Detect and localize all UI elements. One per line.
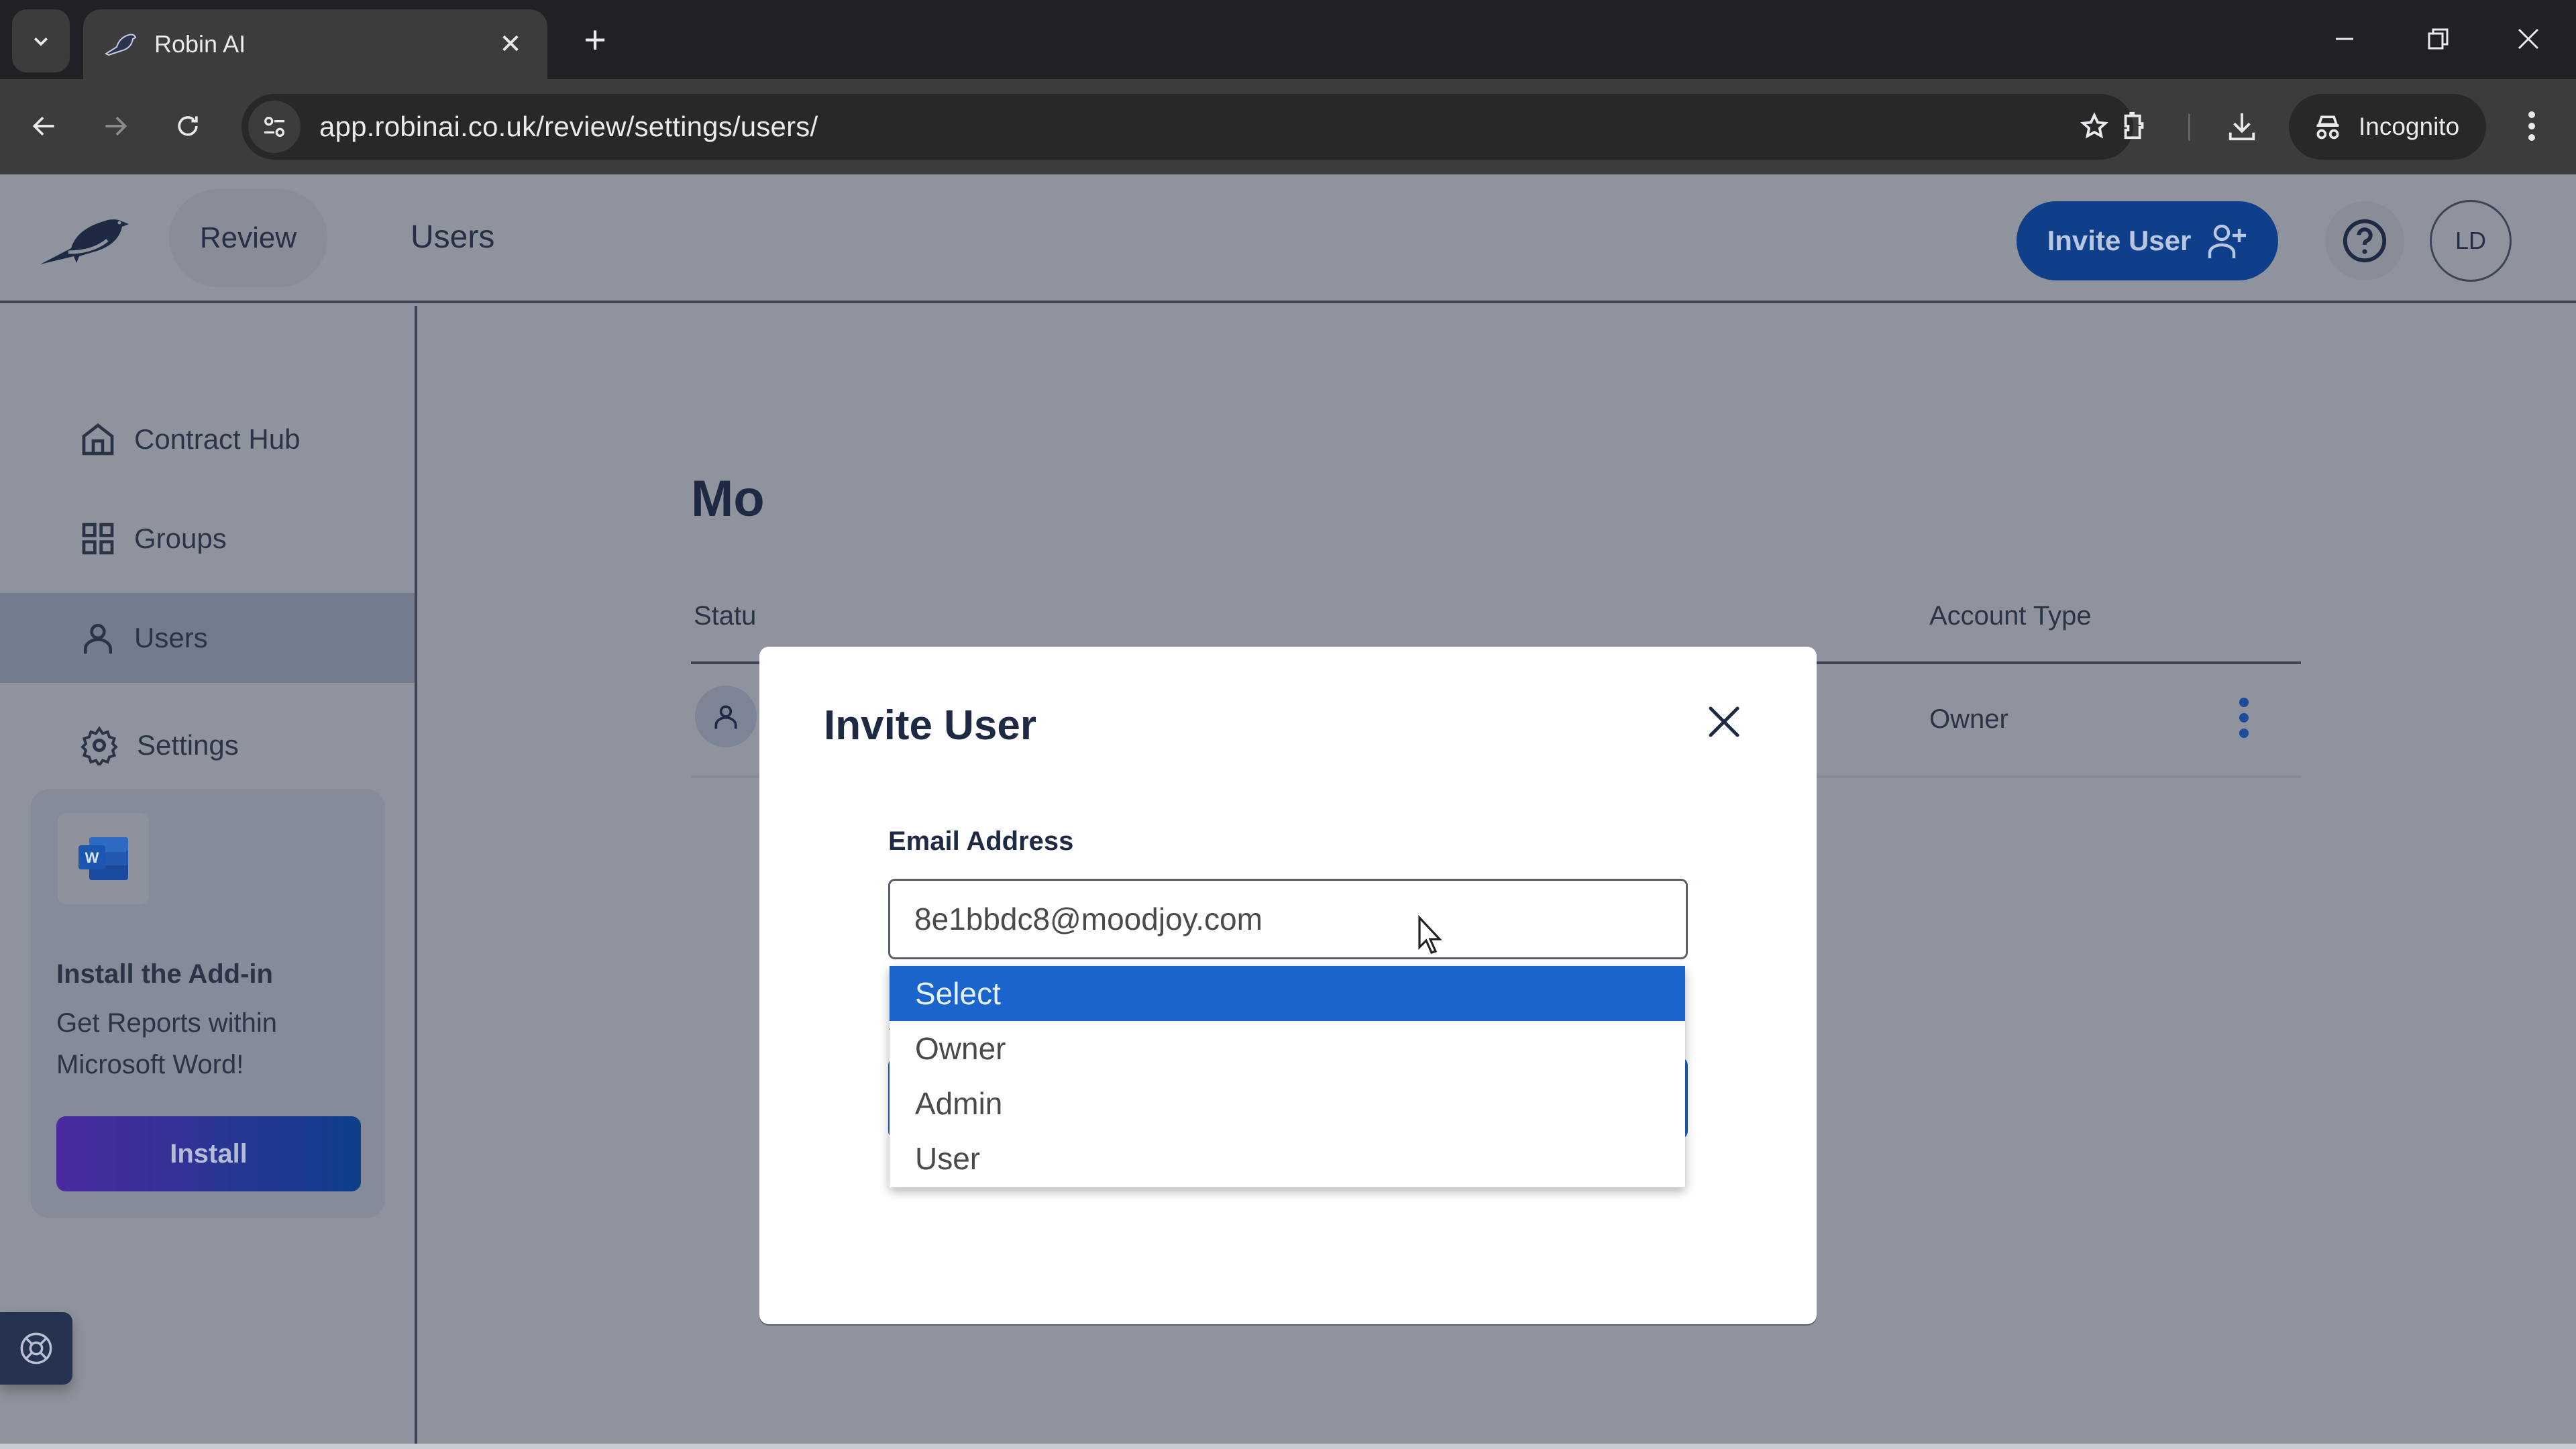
robin-bird-icon <box>104 34 137 56</box>
option-admin[interactable]: Admin <box>890 1076 1685 1131</box>
back-button[interactable] <box>17 99 71 153</box>
arrow-left-icon <box>32 116 54 136</box>
addin-description: Get Reports within Microsoft Word! <box>56 1008 278 1079</box>
browser-menu-button[interactable] <box>2505 99 2559 153</box>
close-icon <box>1709 706 1739 737</box>
table-row-avatar <box>695 686 757 747</box>
incognito-icon <box>2316 115 2339 140</box>
lifebuoy-icon <box>20 1332 52 1364</box>
install-addin-button[interactable]: Install <box>56 1116 361 1191</box>
sidebar-item-label: Contract Hub <box>134 423 301 455</box>
window-restore-button[interactable] <box>2402 12 2475 66</box>
svg-text:W: W <box>85 849 99 866</box>
addin-promo-card: W Install the Add-in Get Reports within … <box>31 789 385 1218</box>
app-root: Review Users Invite User LD Contract Hub… <box>0 174 2576 1449</box>
bottom-edge <box>0 1444 2576 1449</box>
tab-title: Robin AI <box>154 30 246 58</box>
forward-button[interactable] <box>89 99 142 153</box>
close-icon <box>2518 28 2539 50</box>
main-heading: Mo <box>691 470 765 527</box>
help-button[interactable] <box>2325 201 2404 280</box>
modal-title: Invite User <box>824 702 1037 749</box>
tab-search-button[interactable] <box>12 9 70 72</box>
home-icon <box>82 423 114 455</box>
kebab-dot <box>2239 713 2249 722</box>
tune-icon <box>264 117 284 137</box>
user-plus-icon <box>2208 224 2247 258</box>
reload-icon <box>178 116 198 136</box>
user-icon <box>84 624 112 654</box>
new-tab-button[interactable]: + <box>572 16 619 63</box>
sidebar: Contract Hub Groups Users Settings W Ins… <box>0 306 417 1449</box>
window-close-button[interactable] <box>2491 12 2565 66</box>
help-circle-icon <box>2343 219 2387 263</box>
option-owner[interactable]: Owner <box>890 1021 1685 1076</box>
download-icon <box>2229 113 2255 141</box>
word-logo-tile: W <box>58 813 149 904</box>
gear-icon <box>80 726 118 765</box>
kebab-dot <box>2239 729 2249 738</box>
incognito-label: Incognito <box>2359 113 2460 140</box>
grid-icon <box>82 523 114 555</box>
tab-close-icon[interactable]: ✕ <box>494 29 527 60</box>
support-button[interactable] <box>0 1312 72 1385</box>
email-label: Email Address <box>888 826 1074 856</box>
browser-tab[interactable]: Robin AI ✕ <box>83 9 547 79</box>
microsoft-word-icon: W <box>78 837 128 880</box>
mouse-cursor-icon <box>1418 915 1442 954</box>
email-input[interactable] <box>888 879 1688 959</box>
sidebar-item-users[interactable]: Users <box>0 593 415 683</box>
column-header-status: Statu <box>694 601 757 631</box>
page-title: Users <box>411 219 495 255</box>
sidebar-item-groups[interactable]: Groups <box>0 494 415 584</box>
sidebar-item-contract-hub[interactable]: Contract Hub <box>0 394 415 484</box>
invite-user-button[interactable]: Invite User <box>2017 201 2278 280</box>
invite-user-label: Invite User <box>2047 225 2192 256</box>
browser-toolbar: app.robinai.co.uk/review/settings/users/… <box>0 79 2576 174</box>
robin-logo-icon[interactable] <box>39 215 138 268</box>
site-info-button[interactable] <box>248 101 301 153</box>
incognito-indicator[interactable]: Incognito <box>2289 94 2486 160</box>
browser-tab-strip: Robin AI ✕ + <box>0 0 2576 79</box>
window-minimize-button[interactable] <box>2308 12 2381 66</box>
more-vertical-icon <box>2528 111 2535 141</box>
user-avatar[interactable]: LD <box>2430 200 2512 282</box>
review-nav-button[interactable]: Review <box>169 189 327 287</box>
sidebar-item-settings[interactable]: Settings <box>0 700 415 790</box>
arrow-right-icon <box>105 116 127 136</box>
restore-icon <box>2428 28 2449 50</box>
toolbar-separator <box>2188 114 2190 141</box>
chevron-down-icon <box>34 37 48 46</box>
puzzle-icon <box>2124 111 2144 140</box>
sidebar-item-label: Users <box>134 622 208 653</box>
column-header-account-type: Account Type <box>1929 601 2092 631</box>
modal-close-button[interactable] <box>1700 698 1748 746</box>
reload-button[interactable] <box>161 99 215 153</box>
option-select[interactable]: Select <box>890 966 1685 1021</box>
option-user[interactable]: User <box>890 1131 1685 1186</box>
sidebar-item-label: Settings <box>137 729 239 761</box>
address-bar[interactable]: app.robinai.co.uk/review/settings/users/ <box>241 94 2133 160</box>
row-actions-menu[interactable] <box>2227 691 2261 745</box>
minimize-icon <box>2336 38 2353 40</box>
addin-title: Install the Add-in <box>56 959 273 989</box>
sidebar-item-label: Groups <box>134 523 227 554</box>
extensions-button[interactable] <box>2108 99 2161 153</box>
account-type-options: Select Owner Admin User <box>890 966 1685 1187</box>
kebab-dot <box>2239 698 2249 707</box>
downloads-button[interactable] <box>2215 99 2269 153</box>
app-header: Review Users Invite User LD <box>0 174 2576 303</box>
star-icon <box>2080 112 2109 139</box>
url-text[interactable]: app.robinai.co.uk/review/settings/users/ <box>319 111 2068 143</box>
user-icon <box>714 705 737 729</box>
table-row-account-type: Owner <box>1929 704 2008 734</box>
